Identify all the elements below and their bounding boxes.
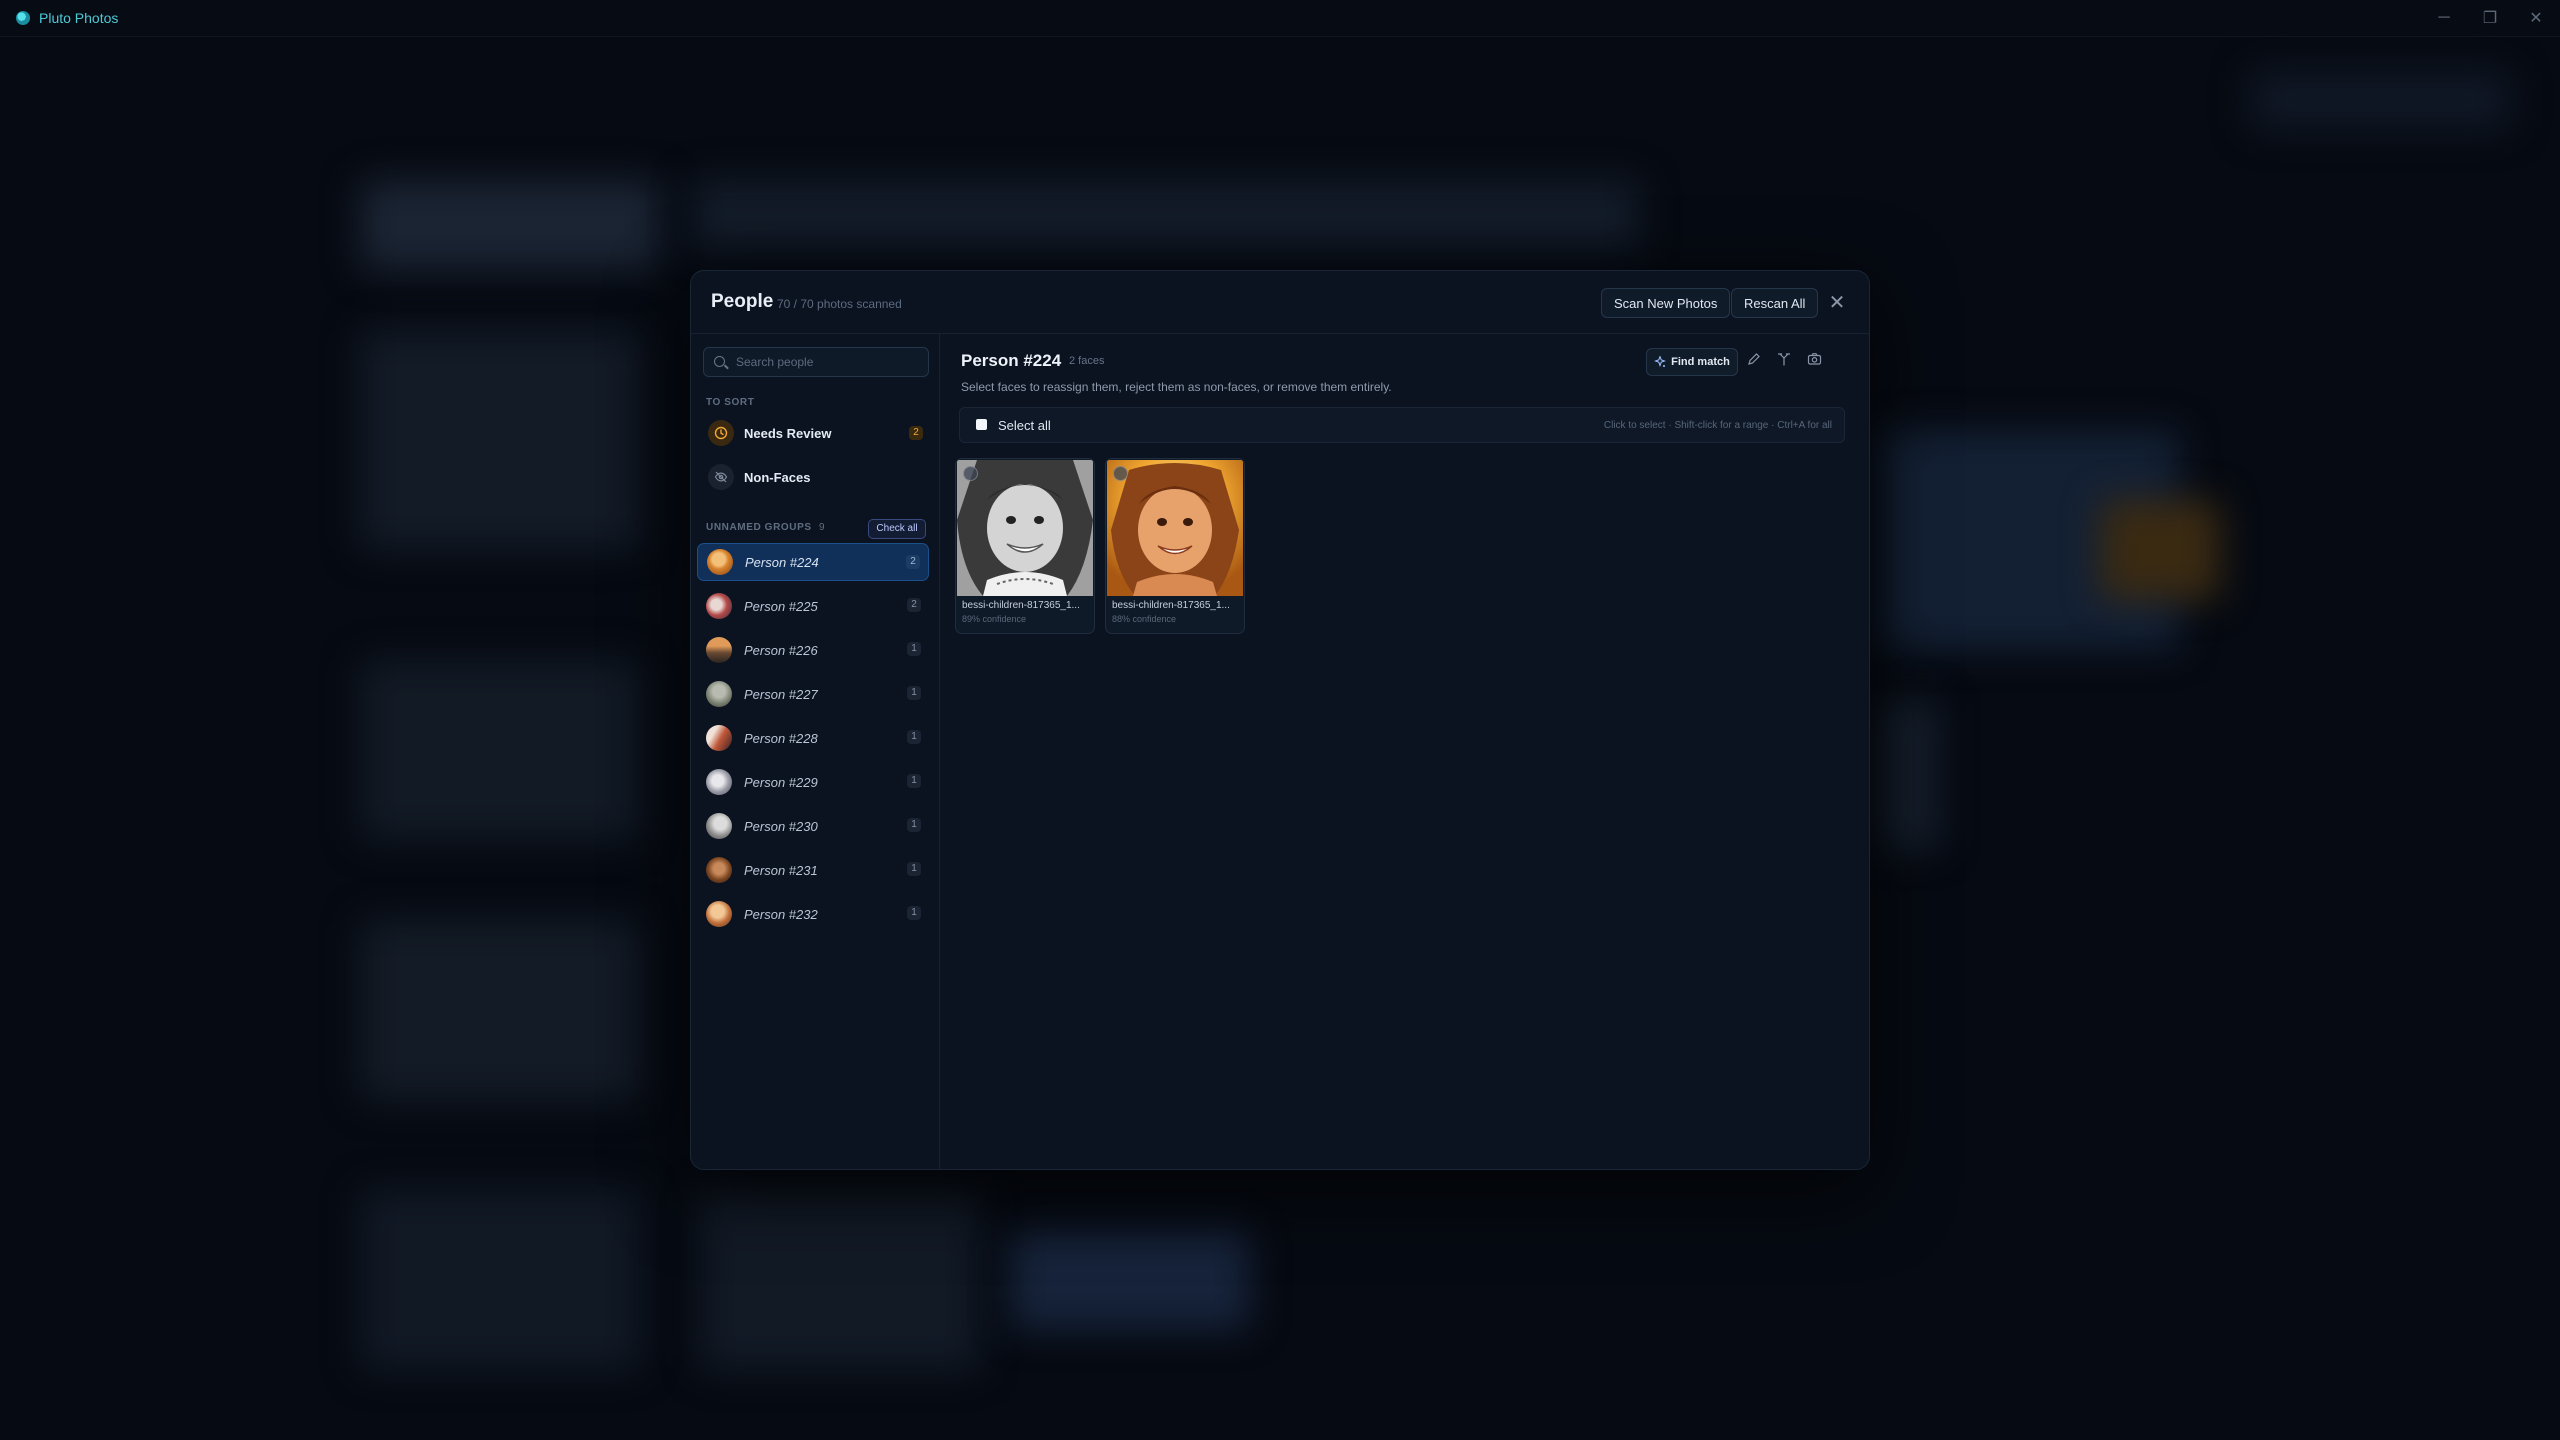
unnamed-groups-label: UNNAMED GROUPS	[706, 522, 812, 533]
search-people-input[interactable]	[734, 348, 923, 376]
selection-hint: Click to select · Shift-click for a rang…	[1603, 420, 1832, 431]
needs-review-count-badge: 2	[909, 426, 923, 440]
find-match-button[interactable]: Find match	[1646, 348, 1738, 376]
eye-off-icon	[708, 464, 734, 490]
edit-name-icon[interactable]	[1743, 350, 1765, 372]
search-box	[703, 347, 929, 377]
face-select-radio[interactable]	[1113, 466, 1128, 481]
panel-description: Select faces to reassign them, reject th…	[961, 380, 1392, 394]
clock-icon	[708, 420, 734, 446]
person-avatar	[707, 549, 733, 575]
person-label: Person #231	[744, 862, 818, 878]
select-all-label[interactable]: Select all	[998, 418, 1051, 433]
face-count-badge: 1	[907, 686, 921, 700]
person-label: Person #225	[744, 598, 818, 614]
person-label: Person #224	[745, 554, 819, 570]
person-avatar	[706, 593, 732, 619]
app-title: Pluto Photos	[39, 10, 119, 26]
person-avatar	[706, 769, 732, 795]
face-select-radio[interactable]	[963, 466, 978, 481]
camera-icon[interactable]	[1803, 350, 1825, 372]
sidebar-item-non-faces[interactable]: Non-Faces	[699, 459, 931, 495]
check-all-button[interactable]: Check all	[868, 519, 926, 539]
face-count-badge: 1	[907, 818, 921, 832]
sidebar-item-needs-review[interactable]: Needs Review 2	[699, 415, 931, 451]
person-avatar	[706, 813, 732, 839]
face-count: 2 faces	[1069, 355, 1105, 367]
modal-title: People	[711, 291, 774, 312]
face-card[interactable]: bessi-children-817365_1... 88% confidenc…	[1105, 458, 1245, 634]
select-all-checkbox[interactable]	[976, 419, 987, 430]
scan-status: 70 / 70 photos scanned	[777, 297, 902, 311]
face-count-badge: 1	[907, 906, 921, 920]
person-avatar	[706, 681, 732, 707]
face-count-badge: 1	[907, 862, 921, 876]
person-list-item[interactable]: Person #226 1	[697, 631, 929, 669]
face-confidence: 88% confidence	[1112, 614, 1177, 624]
unnamed-groups-heading: UNNAMED GROUPS 9	[706, 522, 825, 533]
face-thumbnail	[1107, 460, 1243, 596]
sparkle-icon	[1654, 356, 1667, 367]
person-list-item[interactable]: Person #228 1	[697, 719, 929, 757]
person-list-item[interactable]: Person #227 1	[697, 675, 929, 713]
search-icon	[714, 356, 725, 367]
face-count-badge: 2	[907, 598, 921, 612]
modal-header: People 70 / 70 photos scanned Scan New P…	[691, 271, 1869, 334]
window-title-bar: Pluto Photos ─ ❐ ✕	[0, 0, 2560, 37]
person-list-item[interactable]: Person #224 2	[697, 543, 929, 581]
person-avatar	[706, 901, 732, 927]
people-sidebar: TO SORT Needs Review 2 Non-Faces UNNAMED…	[691, 333, 940, 1169]
face-confidence: 89% confidence	[962, 614, 1027, 624]
person-list-item[interactable]: Person #230 1	[697, 807, 929, 845]
person-avatar	[706, 637, 732, 663]
person-label: Person #232	[744, 906, 818, 922]
unnamed-groups-count: 9	[819, 522, 826, 533]
face-count-badge: 1	[907, 730, 921, 744]
face-count-badge: 1	[907, 642, 921, 656]
face-card[interactable]: bessi-children-817365_1... 89% confidenc…	[955, 458, 1095, 634]
scan-new-photos-button[interactable]: Scan New Photos	[1601, 288, 1731, 318]
non-faces-label: Non-Faces	[744, 469, 811, 485]
person-avatar	[706, 857, 732, 883]
app-logo-icon	[16, 11, 30, 25]
person-label: Person #228	[744, 730, 818, 746]
person-list-item[interactable]: Person #232 1	[697, 895, 929, 933]
to-sort-heading: TO SORT	[706, 397, 755, 408]
face-filename: bessi-children-817365_1...	[962, 600, 1080, 611]
person-list-item[interactable]: Person #225 2	[697, 587, 929, 625]
needs-review-label: Needs Review	[744, 425, 832, 441]
merge-icon[interactable]	[1773, 350, 1795, 372]
person-title: Person #224	[961, 351, 1062, 370]
face-count-badge: 1	[907, 774, 921, 788]
face-filename: bessi-children-817365_1...	[1112, 600, 1230, 611]
person-label: Person #227	[744, 686, 818, 702]
rescan-all-button[interactable]: Rescan All	[1731, 288, 1819, 318]
face-count-badge: 2	[906, 555, 920, 569]
person-label: Person #229	[744, 774, 818, 790]
close-modal-icon[interactable]: ✕	[1825, 291, 1849, 315]
find-match-label: Find match	[1671, 356, 1730, 368]
people-modal: People 70 / 70 photos scanned Scan New P…	[690, 270, 1870, 1170]
minimize-button[interactable]: ─	[2422, 0, 2466, 36]
maximize-button[interactable]: ❐	[2468, 0, 2512, 36]
person-label: Person #230	[744, 818, 818, 834]
close-window-button[interactable]: ✕	[2514, 0, 2558, 36]
person-label: Person #226	[744, 642, 818, 658]
face-thumbnail	[957, 460, 1093, 596]
person-list-item[interactable]: Person #231 1	[697, 851, 929, 889]
select-all-bar: Select all Click to select · Shift-click…	[959, 407, 1845, 443]
person-avatar	[706, 725, 732, 751]
person-list-item[interactable]: Person #229 1	[697, 763, 929, 801]
person-detail-panel: Person #224 2 faces Select faces to reas…	[940, 333, 1869, 1169]
